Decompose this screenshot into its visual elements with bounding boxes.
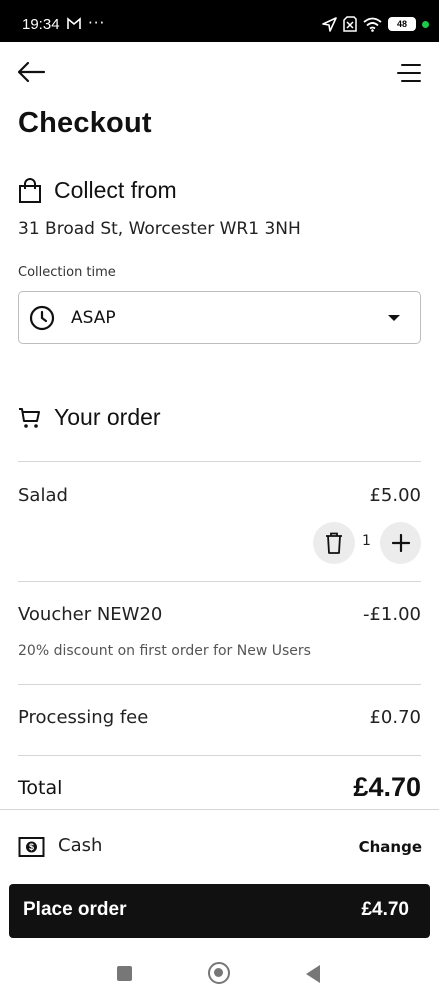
collect-heading-label: Collect from (54, 177, 177, 203)
top-bar (0, 42, 439, 102)
voucher-amount: -£1.00 (362, 604, 421, 625)
collect-heading: Collect from (18, 177, 177, 204)
collect-address: 31 Broad St, Worcester WR1 3NH (18, 219, 301, 239)
cash-icon: $ (18, 837, 45, 857)
clock-icon (29, 305, 55, 330)
increase-quantity-button[interactable] (380, 522, 421, 564)
place-order-button[interactable]: Place order £4.70 (9, 884, 430, 938)
status-bar: 19:34 ··· 48 (0, 0, 439, 42)
back-triangle-icon[interactable] (306, 965, 320, 983)
total-label: Total (18, 777, 63, 799)
processing-fee-label: Processing fee (18, 707, 149, 728)
collection-time-value: ASAP (71, 307, 116, 328)
no-sim-icon (343, 16, 357, 32)
change-payment-button[interactable]: Change (359, 838, 422, 856)
total-amount: £4.70 (353, 772, 421, 802)
order-item-price: £5.00 (369, 485, 421, 506)
trash-icon (326, 532, 342, 554)
status-overflow-icon: ··· (88, 14, 106, 32)
order-item-name: Salad (18, 485, 68, 506)
divider (18, 581, 421, 582)
voucher-label: Voucher NEW20 (18, 604, 163, 625)
shopping-bag-icon (19, 177, 41, 203)
order-heading-label: Your order (54, 404, 161, 430)
voucher-description: 20% discount on first order for New User… (18, 643, 311, 659)
status-icons: 48 (322, 15, 429, 33)
item-quantity: 1 (362, 533, 371, 549)
shopping-cart-icon (19, 407, 40, 428)
divider (18, 755, 421, 756)
system-nav-bar (0, 946, 439, 1000)
gmail-icon (67, 17, 81, 29)
divider (18, 461, 421, 462)
wifi-icon (363, 17, 382, 32)
svg-text:$: $ (29, 842, 34, 852)
divider (18, 684, 421, 685)
location-arrow-icon (322, 16, 337, 32)
hamburger-menu-icon[interactable] (397, 62, 421, 84)
order-heading: Your order (18, 404, 161, 431)
battery-icon: 48 (388, 17, 416, 31)
place-order-label: Place order (23, 899, 127, 920)
footer-divider (0, 809, 439, 810)
chevron-down-icon (388, 315, 400, 321)
page-title: Checkout (18, 107, 152, 139)
payment-method-label: Cash (58, 835, 103, 856)
plus-icon (391, 534, 410, 552)
status-time: 19:34 (22, 16, 60, 33)
recent-apps-icon[interactable] (117, 966, 132, 981)
active-dot (422, 20, 429, 28)
place-order-amount: £4.70 (361, 899, 409, 920)
arrow-left-icon[interactable] (16, 60, 46, 84)
processing-fee-amount: £0.70 (369, 707, 421, 728)
remove-item-button[interactable] (313, 522, 355, 564)
collection-time-label: Collection time (18, 265, 116, 280)
home-icon[interactable] (208, 962, 230, 984)
collection-time-select[interactable]: ASAP (18, 291, 421, 344)
